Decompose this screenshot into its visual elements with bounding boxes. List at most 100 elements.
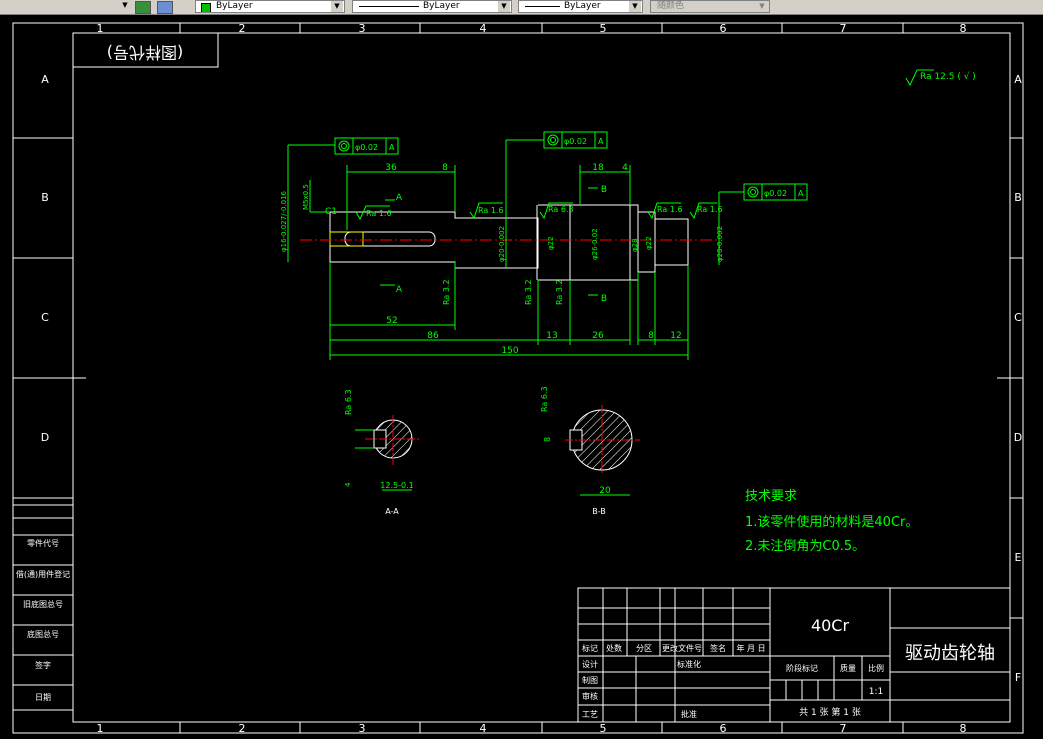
lineweight-control-dropdown[interactable]: ByLayer ▼ (518, 0, 643, 13)
tb-weight: 质量 (840, 663, 856, 673)
row-label: D (1014, 431, 1022, 444)
tb-header: 更改文件号 (662, 643, 702, 653)
row-label: A (41, 73, 49, 86)
notes-line-2: 2.未注倒角为C0.5。 (745, 539, 865, 554)
dim-phi22a: φ22 (547, 236, 555, 250)
section-a-mark: A (396, 285, 403, 295)
drawing-code-stamp: (图样代号) (107, 43, 184, 62)
dim-4: 4 (622, 163, 628, 173)
col-label: 6 (720, 22, 727, 35)
column-markers (179, 23, 904, 733)
section-a-mark: A (396, 193, 403, 203)
notes-line-1: 1.该零件使用的材料是40Cr。 (745, 514, 918, 530)
row-label: B (1014, 191, 1022, 204)
chevron-down-icon: ▼ (629, 1, 641, 12)
row-label: A (1014, 73, 1022, 86)
section-a-label: A-A (385, 507, 399, 516)
ra-label: Ra 6.3 (548, 205, 574, 214)
sec-b-width: 20 (599, 486, 611, 496)
plotstyle-label: 随颜色 (657, 1, 685, 11)
ra-label: Ra 1.6 (478, 206, 504, 215)
tb-part-name: 驱动齿轮轴 (905, 643, 995, 664)
dim-150: 150 (501, 346, 518, 356)
ra-label: Ra 1.6 (657, 205, 683, 214)
section-b-label: B-B (592, 507, 606, 516)
section-a-view: Ra 6.3 4 12.5-0.1 A-A (344, 389, 420, 516)
datum-label: A (389, 143, 395, 152)
linetype-control-dropdown[interactable]: ByLayer ▼ (352, 0, 512, 13)
layer-previous-icon[interactable] (157, 1, 173, 14)
roughness-general-label: Ra 12.5 ( √ ) (920, 71, 976, 82)
layers-icon[interactable] (135, 1, 151, 14)
technical-requirements: 技术要求 1.该零件使用的材料是40Cr。 2.未注倒角为C0.5。 (745, 489, 918, 554)
drawing-canvas[interactable]: 1 2 3 4 5 6 7 8 1 2 3 4 5 6 7 8 A B C D … (0, 14, 1043, 739)
tb-role: 工艺 (582, 710, 598, 719)
tb-header: 标记 (582, 643, 598, 653)
title-block-text: 标记 处数 分区 更改文件号 签名 年 月 日 设计 制图 审核 工艺 标准化 … (582, 616, 995, 719)
tb-role: 审核 (582, 691, 598, 701)
row-label: C (1014, 311, 1022, 324)
general-roughness: Ra 12.5 ( √ ) (905, 69, 976, 87)
row-label: C (41, 311, 49, 324)
section-b-mark: B (601, 185, 607, 195)
sec-b-height: 8 (543, 437, 552, 442)
dim-thread: M5x0.5 (302, 184, 310, 210)
dim-13: 13 (546, 331, 557, 341)
col-label: 2 (239, 722, 246, 735)
properties-toolbar: ▼ ByLayer ▼ ByLayer ▼ ByLayer ▼ 随颜色 ▼ (0, 0, 1043, 15)
lineweight-label: ByLayer (564, 1, 601, 11)
tol-label: φ0.02 (355, 143, 378, 152)
tb-header: 分区 (636, 644, 652, 653)
dim-phi16: φ16-0.027/-0.016 (280, 190, 288, 252)
color-label: ByLayer (216, 1, 253, 11)
datum-label: A (598, 137, 604, 146)
strip-label: 旧底图总号 (23, 599, 63, 609)
dim-18: 18 (592, 163, 604, 173)
layer-state-dropdown[interactable]: ▼ (120, 0, 132, 13)
strip-label: 日期 (35, 693, 51, 702)
row-label: F (1015, 671, 1021, 684)
chamfer-c1: C1 (325, 207, 337, 217)
ra-label: Ra 1.6 (697, 205, 723, 214)
col-label: 4 (480, 722, 487, 735)
dimension-lines (287, 139, 744, 360)
dim-26: 26 (592, 331, 604, 341)
sec-a-height: 4 (344, 482, 352, 487)
strip-label: 签字 (35, 660, 51, 670)
chevron-down-icon: ▼ (120, 0, 131, 11)
col-label: 8 (960, 22, 967, 35)
dim-phi28: φ28 (631, 238, 639, 252)
tb-role: 制图 (582, 675, 598, 685)
tb-role: 设计 (582, 659, 598, 669)
tol-label: φ0.02 (564, 137, 587, 146)
left-strip-labels: 零件代号 借(通)用件登记 旧底图总号 底图总号 签字 日期 (16, 538, 70, 702)
notes-title: 技术要求 (745, 489, 797, 504)
dim-phi20a: φ20-0.002 (498, 226, 506, 262)
ra-label: Ra 3.2 (442, 279, 451, 305)
tb-standardize: 标准化 (677, 659, 701, 669)
tol-label: φ0.02 (764, 189, 787, 198)
tb-scale: 比例 (868, 663, 884, 673)
col-label: 4 (480, 22, 487, 35)
tb-material: 40Cr (811, 616, 850, 635)
linetype-label: ByLayer (423, 1, 460, 11)
plotstyle-control-dropdown[interactable]: 随颜色 ▼ (650, 0, 770, 13)
roughness-symbols: Ra 1.6 Ra 1.6 Ra 6.3 Ra 1.6 Ra 1.6 Ra 3.… (355, 202, 723, 305)
strip-label: 底图总号 (27, 629, 59, 639)
ra-label: Ra 6.3 (344, 389, 353, 415)
chevron-down-icon: ▼ (331, 1, 343, 12)
dim-86: 86 (427, 331, 439, 341)
row-markers (13, 137, 1023, 619)
color-control-dropdown[interactable]: ByLayer ▼ (195, 0, 345, 13)
col-label: 8 (960, 722, 967, 735)
tb-approve: 批准 (681, 709, 697, 719)
col-label: 3 (359, 722, 366, 735)
ra-label: Ra 1.6 (366, 209, 392, 218)
dim-52: 52 (386, 316, 397, 326)
dim-8: 8 (442, 163, 448, 173)
row-label: B (41, 191, 49, 204)
dim-8b: 8 (648, 331, 654, 341)
lineweight-preview (525, 6, 560, 7)
chevron-down-icon: ▼ (498, 1, 510, 12)
col-label: 1 (97, 722, 104, 735)
